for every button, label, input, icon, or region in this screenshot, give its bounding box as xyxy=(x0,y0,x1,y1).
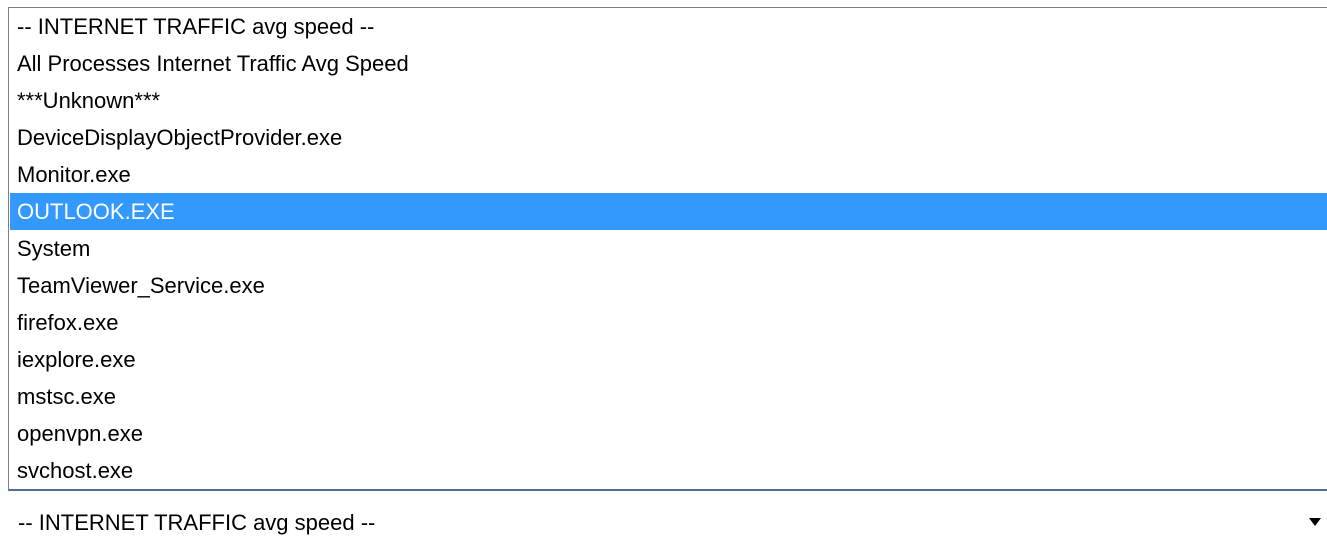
dropdown-option-devicedisplayobjectprovider[interactable]: DeviceDisplayObjectProvider.exe xyxy=(10,119,1327,156)
traffic-select[interactable]: -- INTERNET TRAFFIC avg speed -- xyxy=(8,497,1327,549)
dropdown-option-monitor[interactable]: Monitor.exe xyxy=(10,156,1327,193)
dropdown-option-iexplore[interactable]: iexplore.exe xyxy=(10,341,1327,378)
selected-value: -- INTERNET TRAFFIC avg speed -- xyxy=(18,510,376,535)
dropdown-option-outlook[interactable]: OUTLOOK.EXE xyxy=(10,193,1327,230)
chevron-down-icon[interactable] xyxy=(1309,518,1321,526)
dropdown-option-unknown[interactable]: ***Unknown*** xyxy=(10,82,1327,119)
dropdown-options-list[interactable]: -- INTERNET TRAFFIC avg speed -- All Pro… xyxy=(8,7,1327,491)
dropdown-option-svchost[interactable]: svchost.exe xyxy=(10,452,1327,489)
dropdown-option-mstsc[interactable]: mstsc.exe xyxy=(10,378,1327,415)
dropdown-option-system[interactable]: System xyxy=(10,230,1327,267)
dropdown-option-teamviewer-service[interactable]: TeamViewer_Service.exe xyxy=(10,267,1327,304)
dropdown-option-openvpn[interactable]: openvpn.exe xyxy=(10,415,1327,452)
dropdown-option-firefox[interactable]: firefox.exe xyxy=(10,304,1327,341)
dropdown-option-internet-traffic-header[interactable]: -- INTERNET TRAFFIC avg speed -- xyxy=(10,8,1327,45)
dropdown-option-all-processes[interactable]: All Processes Internet Traffic Avg Speed xyxy=(10,45,1327,82)
